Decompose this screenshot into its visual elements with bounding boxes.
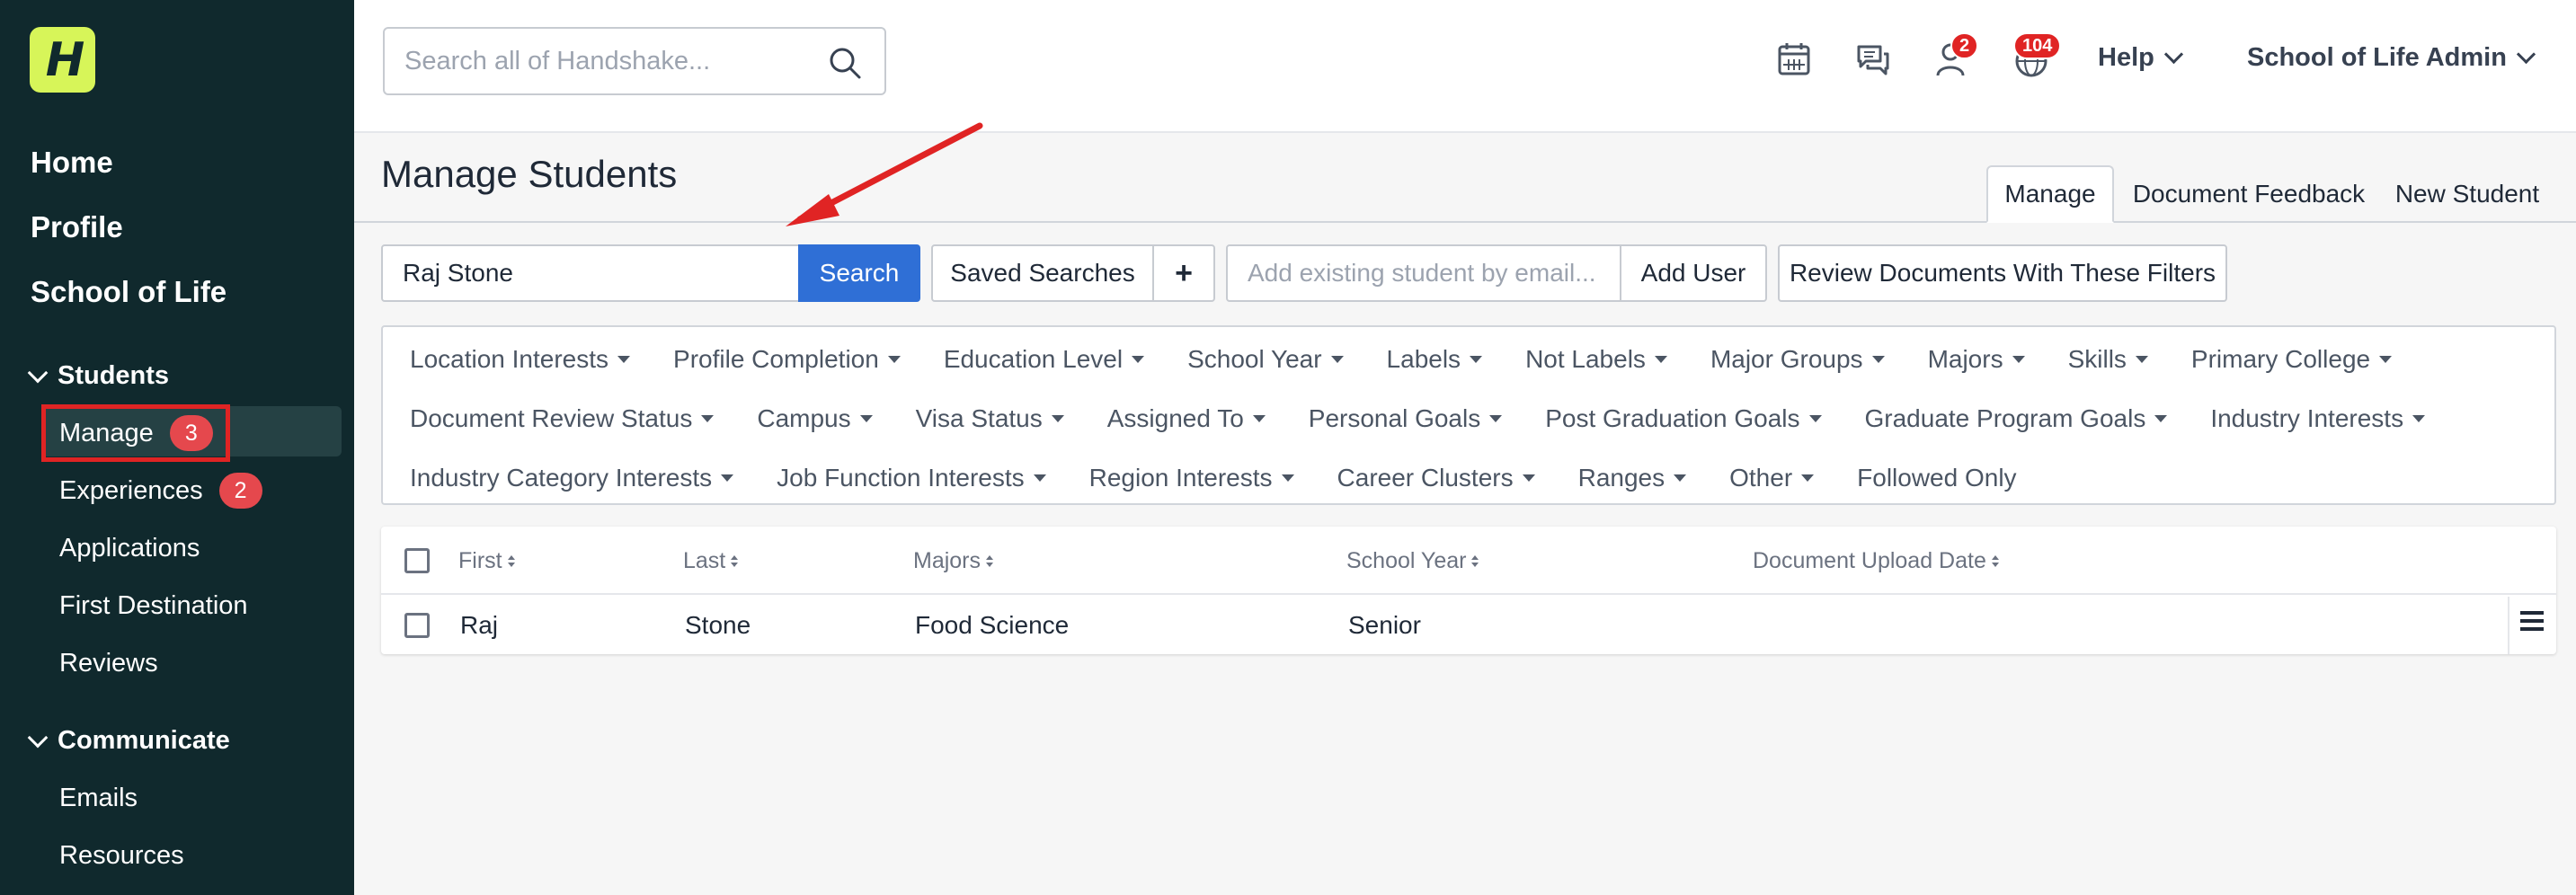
chevron-down-icon — [27, 727, 49, 748]
filter-row-2: Document Review Status Campus Visa Statu… — [410, 404, 2426, 433]
chevron-down-icon — [2163, 44, 2183, 65]
tab-manage[interactable]: Manage — [1986, 165, 2114, 223]
notifications-badge: 2 — [1950, 32, 1979, 59]
filter-followed-only[interactable]: Followed Only — [1857, 464, 2016, 492]
filter-ranges[interactable]: Ranges — [1578, 464, 1687, 492]
messages-icon[interactable] — [1853, 40, 1893, 79]
filter-majors[interactable]: Majors — [1928, 345, 2025, 374]
global-search — [383, 27, 886, 95]
search-button[interactable]: Search — [798, 244, 920, 302]
global-search-input[interactable] — [385, 29, 807, 93]
experiences-count-badge: 2 — [218, 473, 262, 509]
students-section-toggle[interactable]: Students — [27, 361, 170, 391]
add-student-email-input[interactable] — [1226, 244, 1621, 302]
student-search-input[interactable] — [381, 244, 800, 302]
filter-school-year[interactable]: School Year — [1187, 345, 1344, 374]
filter-other[interactable]: Other — [1729, 464, 1815, 492]
sidebar-item-emails[interactable]: Emails — [59, 784, 138, 813]
filter-graduate-program-goals[interactable]: Graduate Program Goals — [1865, 404, 2168, 433]
communicate-section-title: Communicate — [58, 726, 230, 755]
filter-education-level[interactable]: Education Level — [944, 345, 1145, 374]
sort-icon — [507, 555, 515, 567]
column-header-last[interactable]: Last — [683, 548, 739, 574]
sidebar-item-label: Experiences — [59, 475, 203, 505]
annotation-arrow — [786, 122, 983, 226]
filter-major-groups[interactable]: Major Groups — [1710, 345, 1885, 374]
sidebar-item-experiences[interactable]: Experiences 2 — [59, 473, 262, 509]
sort-icon — [986, 555, 994, 567]
filter-primary-college[interactable]: Primary College — [2191, 345, 2393, 374]
cell-last[interactable]: Stone — [685, 611, 751, 640]
sort-icon — [1991, 555, 1999, 567]
students-table: First Last Majors School Year Document U… — [381, 527, 2556, 654]
sidebar-item-home[interactable]: Home — [31, 146, 113, 180]
tab-document-feedback[interactable]: Document Feedback — [2123, 165, 2375, 223]
filter-labels[interactable]: Labels — [1387, 345, 1483, 374]
calendar-icon[interactable] — [1774, 40, 1814, 79]
tab-new-student[interactable]: New Student — [2384, 165, 2551, 223]
column-header-school-year[interactable]: School Year — [1346, 548, 1479, 574]
filter-industry-interests[interactable]: Industry Interests — [2210, 404, 2426, 433]
cell-first[interactable]: Raj — [460, 611, 498, 640]
account-menu[interactable]: School of Life Admin — [2247, 43, 2536, 73]
sort-icon — [1471, 555, 1479, 567]
filter-region-interests[interactable]: Region Interests — [1089, 464, 1294, 492]
filter-campus[interactable]: Campus — [757, 404, 873, 433]
review-documents-button[interactable]: Review Documents With These Filters — [1778, 244, 2227, 302]
saved-searches-button[interactable]: Saved Searches — [931, 244, 1154, 302]
page-title: Manage Students — [381, 153, 678, 195]
menu-icon[interactable] — [2520, 611, 2544, 631]
row-divider — [2508, 597, 2509, 654]
filter-profile-completion[interactable]: Profile Completion — [673, 345, 901, 374]
chevron-down-icon — [2516, 44, 2536, 65]
cell-majors: Food Science — [915, 611, 1070, 639]
account-label: School of Life Admin — [2247, 43, 2507, 72]
filter-career-clusters[interactable]: Career Clusters — [1337, 464, 1535, 492]
filter-location-interests[interactable]: Location Interests — [410, 345, 631, 374]
sidebar-item-school-of-life[interactable]: School of Life — [31, 275, 227, 309]
sort-icon — [731, 555, 739, 567]
add-user-button[interactable]: Add User — [1620, 244, 1767, 302]
top-bar: 2 104 Help School of Life Admin — [354, 0, 2576, 133]
filter-industry-category-interests[interactable]: Industry Category Interests — [410, 464, 734, 492]
select-all-checkbox[interactable] — [404, 548, 430, 573]
annotation-highlight-box — [41, 404, 230, 462]
filter-not-labels[interactable]: Not Labels — [1525, 345, 1667, 374]
filter-job-function-interests[interactable]: Job Function Interests — [777, 464, 1046, 492]
row-checkbox[interactable] — [404, 613, 430, 638]
filter-post-graduation-goals[interactable]: Post Graduation Goals — [1545, 404, 1822, 433]
filter-row-1: Location Interests Profile Completion Ed… — [410, 345, 2393, 374]
filter-assigned-to[interactable]: Assigned To — [1107, 404, 1266, 433]
filters-panel: Location Interests Profile Completion Ed… — [381, 325, 2556, 505]
column-header-document-upload-date[interactable]: Document Upload Date — [1753, 548, 1999, 574]
filter-document-review-status[interactable]: Document Review Status — [410, 404, 715, 433]
add-saved-search-button[interactable]: + — [1152, 244, 1215, 302]
logo-letter: H — [45, 32, 84, 87]
sidebar-item-first-destination[interactable]: First Destination — [59, 591, 248, 621]
search-icon[interactable] — [827, 45, 863, 81]
students-section-title: Students — [58, 361, 170, 390]
filter-skills[interactable]: Skills — [2068, 345, 2148, 374]
filter-personal-goals[interactable]: Personal Goals — [1309, 404, 1503, 433]
sidebar-item-profile[interactable]: Profile — [31, 210, 123, 244]
communicate-section-toggle[interactable]: Communicate — [27, 726, 230, 756]
help-menu[interactable]: Help — [2098, 43, 2183, 73]
filter-visa-status[interactable]: Visa Status — [916, 404, 1064, 433]
sidebar-item-resources[interactable]: Resources — [59, 841, 184, 871]
sidebar-item-reviews[interactable]: Reviews — [59, 649, 158, 678]
table-header: First Last Majors School Year Document U… — [381, 527, 2556, 595]
sidebar: H Home Profile School of Life Students M… — [0, 0, 354, 895]
help-label: Help — [2098, 43, 2154, 72]
cell-school-year: Senior — [1348, 611, 1421, 639]
column-header-first[interactable]: First — [458, 548, 515, 574]
chevron-down-icon — [27, 362, 49, 383]
sidebar-item-applications[interactable]: Applications — [59, 534, 200, 563]
column-header-majors[interactable]: Majors — [913, 548, 994, 574]
filter-row-3: Industry Category Interests Job Function… — [410, 464, 2017, 492]
handshake-logo[interactable]: H — [30, 27, 95, 93]
globe-count-badge: 104 — [2013, 32, 2062, 59]
